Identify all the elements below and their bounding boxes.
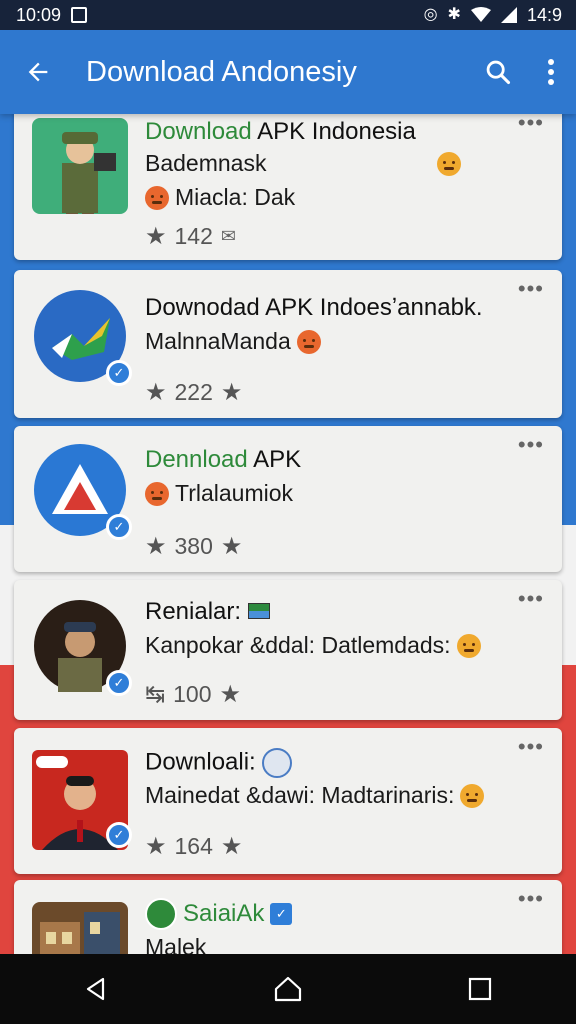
star-icon: ★ — [220, 379, 243, 406]
image-icon — [71, 7, 88, 23]
emoji-icon — [456, 633, 481, 658]
verified-badge-icon: ✓ — [106, 822, 132, 848]
list-item[interactable]: SaiaiAk ✓ Malek ••• — [14, 880, 562, 954]
wifi-icon — [470, 7, 491, 22]
star-icon: ★ — [145, 833, 167, 860]
item-more-button[interactable]: ••• — [518, 114, 544, 136]
nav-recents-button[interactable] — [450, 976, 510, 1002]
verified-shield-icon: ✓ — [270, 903, 293, 925]
emoji-icon — [437, 152, 461, 176]
item-subtitle: Malek — [145, 934, 207, 954]
flag-icon — [247, 603, 270, 619]
app-list: Download APK Indonesia Bademnask Miacla:… — [0, 114, 576, 954]
item-stats: ★ 222 ★ — [145, 379, 243, 406]
item-subtitle: MalnnaManda — [145, 328, 321, 355]
app-thumbnail — [32, 902, 128, 954]
share-icon: ↹ — [145, 681, 166, 708]
item-title: Renialar: — [145, 598, 270, 626]
item-more-button[interactable]: ••• — [518, 586, 544, 612]
item-more-button[interactable]: ••• — [518, 734, 544, 760]
item-subtitle: Trlalaumiok — [145, 480, 293, 507]
star-icon: ★ — [145, 379, 167, 406]
item-title: Downodad APK Indoesʼannabk. — [145, 294, 483, 321]
nav-home-icon — [274, 976, 302, 1002]
list-item[interactable]: ✓ Renialar: Kanpokar &ddal: Datlemdads: … — [14, 580, 562, 720]
verified-badge-icon: ✓ — [106, 514, 132, 540]
nav-recents-icon — [468, 977, 492, 1001]
building-photo-icon — [32, 902, 128, 954]
item-stats: ★ 164 ★ — [145, 833, 243, 860]
item-more-button[interactable]: ••• — [518, 276, 544, 302]
item-detail: Miacla: Dak — [145, 184, 295, 211]
item-subtitle: Mainedat &dawi: Madtarinaris: — [145, 782, 485, 809]
list-item[interactable]: Download APK Indonesia Bademnask Miacla:… — [14, 114, 562, 260]
star-icon: ★ — [145, 533, 167, 560]
verified-badge-icon: ✓ — [106, 670, 132, 696]
star-icon: ★ — [220, 833, 243, 860]
list-item[interactable]: ✓ Downodad APK Indoesʼannabk. MalnnaMand… — [14, 270, 562, 418]
nav-back-button[interactable] — [66, 976, 126, 1002]
avatar — [145, 898, 177, 930]
cell-signal-icon — [500, 7, 517, 23]
mail-icon: ✉ — [220, 226, 236, 246]
page-title: Download Andonesiy — [86, 55, 357, 88]
emoji-icon — [145, 481, 169, 506]
avatar — [262, 748, 293, 778]
system-nav-bar — [0, 954, 576, 1024]
status-time: 10:09 — [16, 4, 62, 25]
app-thumbnail — [32, 118, 128, 214]
nav-home-button[interactable] — [258, 975, 318, 1003]
app-thumbnail: ✓ — [32, 598, 132, 696]
overflow-menu-button[interactable] — [526, 58, 576, 86]
item-stats: ↹ 100 ★ — [145, 681, 241, 708]
more-vert-icon — [548, 59, 554, 85]
search-button[interactable] — [470, 58, 526, 86]
emoji-icon — [460, 783, 485, 808]
item-more-button[interactable]: ••• — [518, 886, 544, 912]
item-more-button[interactable]: ••• — [518, 432, 544, 458]
star-icon: ★ — [219, 681, 241, 708]
app-thumbnail: ✓ — [32, 750, 132, 850]
search-icon — [486, 60, 511, 85]
item-stats: ★ 380 ★ — [145, 533, 243, 560]
signal-off-icon: ◎ — [423, 6, 438, 23]
item-subtitle: Bademnask — [145, 150, 461, 177]
arrow-back-icon — [28, 62, 48, 82]
list-item[interactable]: ✓ Downloali: Mainedat &dawi: Madtarinari… — [14, 728, 562, 874]
app-thumbnail: ✓ — [32, 288, 132, 386]
soldier-avatar-icon — [32, 118, 128, 214]
app-thumbnail: ✓ — [32, 442, 132, 540]
item-title: Dennload APK — [145, 446, 302, 473]
back-button[interactable] — [0, 58, 76, 86]
status-bar: 10:09 ◎ ✱ 14:9 — [0, 0, 576, 30]
item-subtitle: Kanpokar &ddal: Datlemdads: — [145, 632, 481, 659]
battery-time: 14:9 — [526, 4, 562, 25]
app-bar: Download Andonesiy — [0, 30, 576, 114]
emoji-icon — [296, 329, 321, 354]
list-item[interactable]: ✓ Dennload APK Trlalaumiok ★ 380 ★ ••• — [14, 426, 562, 572]
star-icon: ★ — [145, 223, 167, 250]
nav-back-icon — [86, 977, 105, 1001]
item-title: Download APK Indonesia — [145, 118, 416, 145]
item-title: Downloali: — [145, 748, 293, 778]
star-icon: ★ — [220, 533, 243, 560]
emoji-icon — [145, 185, 169, 210]
item-stats: ★ 142 ✉ — [145, 223, 236, 250]
bluetooth-icon: ✱ — [447, 6, 461, 23]
verified-badge-icon: ✓ — [106, 360, 132, 386]
item-title: SaiaiAk ✓ — [145, 898, 293, 930]
